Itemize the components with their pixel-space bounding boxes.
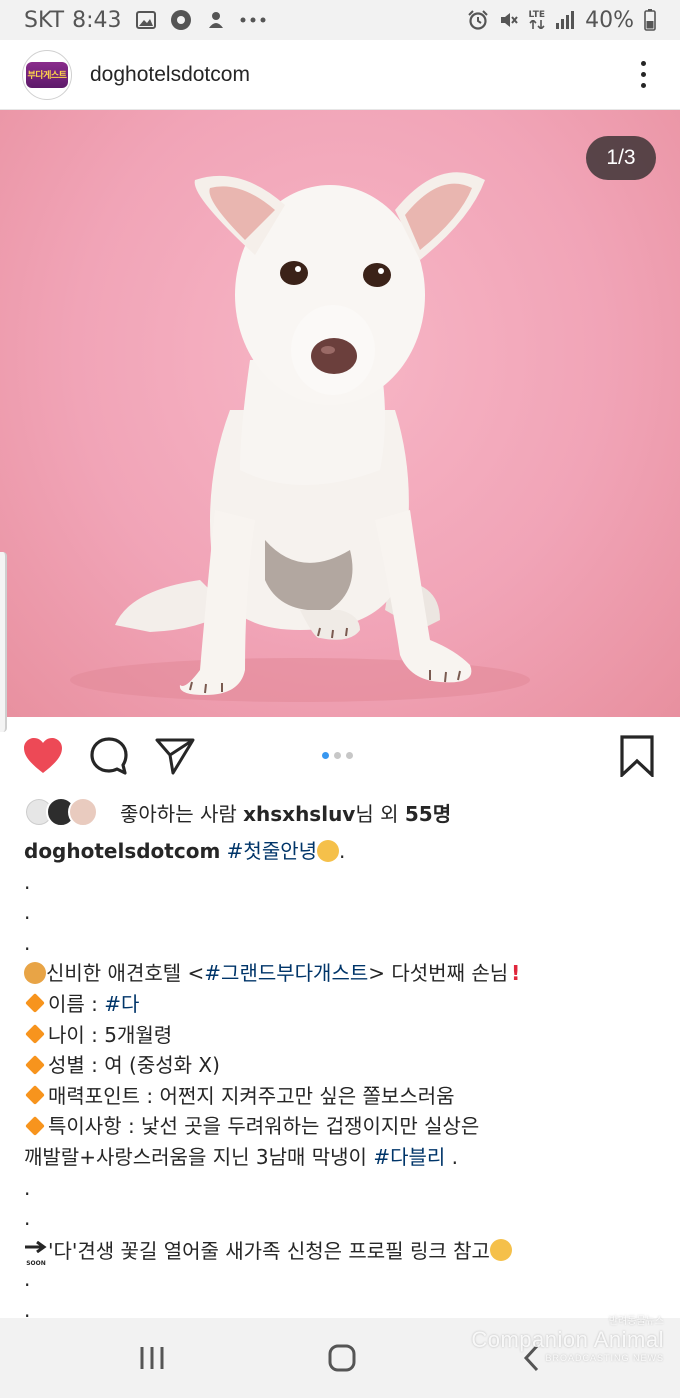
caption-dot: . <box>24 900 31 925</box>
mute-icon <box>499 10 519 30</box>
carousel-dot <box>322 752 329 759</box>
heart-icon <box>24 738 62 773</box>
orange-diamond-icon <box>25 993 45 1014</box>
carousel-dot <box>334 752 341 759</box>
orange-diamond-icon <box>25 1085 45 1106</box>
caption-dot: . <box>24 930 31 955</box>
hashtag[interactable]: #다 <box>104 992 139 1016</box>
liker-username[interactable]: xhsxhsluv <box>243 802 355 826</box>
dog-image <box>70 172 530 702</box>
caption-dot: . <box>24 1267 31 1292</box>
avatar <box>68 797 98 827</box>
lte-icon: LTE <box>529 11 545 29</box>
caption-username[interactable]: doghotelsdotcom <box>24 839 220 863</box>
status-bar: SKT 8:43 LTE 40% <box>0 0 680 40</box>
hashtag[interactable]: #첫줄안녕 <box>227 839 317 863</box>
clock: 8:43 <box>72 7 122 33</box>
battery-percent: 40% <box>585 7 634 33</box>
more-dot-icon <box>640 72 646 77</box>
paper-plane-icon <box>155 738 195 775</box>
action-bar <box>0 717 680 793</box>
more-notifications-icon <box>240 17 266 23</box>
dog-face-icon <box>24 961 46 984</box>
share-button[interactable] <box>154 735 196 777</box>
comment-icon <box>90 737 128 775</box>
more-dot-icon <box>640 83 646 88</box>
save-button[interactable] <box>616 735 658 779</box>
carousel-dot <box>346 752 353 759</box>
battery-icon <box>644 9 656 31</box>
exclamation-icon: ! <box>511 961 521 986</box>
orange-diamond-icon <box>25 1054 45 1075</box>
edge-panel-handle[interactable] <box>0 552 7 732</box>
caption-dot: . <box>24 1175 31 1200</box>
recent-apps-icon <box>140 1347 164 1369</box>
comment-button[interactable] <box>88 735 130 777</box>
caption-dot: . <box>24 869 31 894</box>
caption-dot: . <box>24 1206 31 1231</box>
hashtag[interactable]: #다블리 <box>373 1145 445 1169</box>
likes-row[interactable]: 좋아하는 사람 xhsxhsluv님 외 55명 <box>24 795 451 829</box>
profile-avatar[interactable]: 부다게스트 <box>22 49 72 100</box>
orange-diamond-icon <box>25 1024 45 1044</box>
flower-icon <box>170 9 192 31</box>
image-counter: 1/3 <box>586 136 656 180</box>
recent-apps-button[interactable] <box>132 1340 172 1376</box>
upload-icon <box>206 10 226 30</box>
liker-avatars <box>24 797 98 827</box>
home-icon <box>328 1344 356 1372</box>
bookmark-icon <box>620 735 654 779</box>
more-dot-icon <box>640 61 646 66</box>
post-header: 부다게스트 doghotelsdotcom <box>0 40 680 110</box>
gallery-icon <box>135 11 156 29</box>
hashtag[interactable]: #그랜드부다개스트 <box>204 961 368 985</box>
winking-face-icon <box>489 1239 512 1262</box>
like-button[interactable] <box>22 735 64 777</box>
post-photo[interactable]: 1/3 <box>0 110 680 717</box>
home-button[interactable] <box>322 1340 362 1376</box>
carousel-indicator <box>322 752 353 759</box>
likes-text: 좋아하는 사람 xhsxhsluv님 외 55명 <box>120 801 452 826</box>
orange-diamond-icon <box>25 1115 45 1136</box>
post-caption: doghotelsdotcom #첫줄안녕. . . . 신비한 애견호텔 <#… <box>24 836 664 1326</box>
waving-hand-icon <box>317 839 340 862</box>
alarm-icon <box>467 10 489 30</box>
signal-icon <box>555 11 575 29</box>
likes-count[interactable]: 55명 <box>405 802 451 826</box>
soon-arrow-icon: SOON <box>24 1231 48 1268</box>
more-options-button[interactable] <box>628 55 658 95</box>
post-username[interactable]: doghotelsdotcom <box>90 63 250 87</box>
avatar-logo: 부다게스트 <box>26 61 68 88</box>
watermark: 반려동물뉴스 Companion Animal BROADCASTING NEW… <box>471 1316 664 1363</box>
carrier-label: SKT <box>24 7 65 33</box>
